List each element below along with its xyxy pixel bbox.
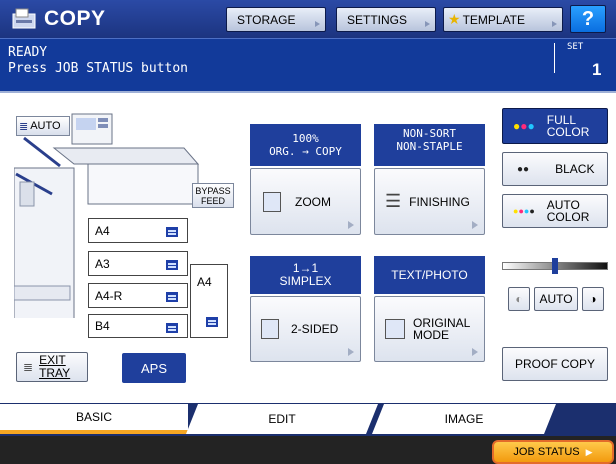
template-button-label: TEMPLATE [462,12,526,27]
tray-1[interactable]: A4 [88,218,188,243]
full-color-button[interactable]: ●●● FULL COLOR [502,108,608,144]
auto-color-label-2: COLOR [546,210,590,224]
tray-1-size: A4 [95,223,110,238]
original-mode-icon [385,319,405,339]
finishing-icon: ☰ [385,191,402,211]
black-button[interactable]: ●● BLACK [502,152,608,186]
staple-mode: NON-STAPLE [396,140,463,153]
tray-4-size: B4 [95,319,110,333]
bypass-feed-button[interactable]: BYPASS FEED [192,183,234,208]
exit-tray-button[interactable]: ≣ EXIT TRAY [16,352,88,382]
lighter-icon: ◐ [515,292,523,306]
zoom-setting: 100% ORG. → COPY [250,124,361,166]
tray-label: TRAY [39,366,71,380]
black-icon: ●● [517,163,530,175]
status-line-1: READY [8,45,48,60]
zoom-label: ZOOM [295,194,331,209]
tray-4[interactable]: B4 [88,314,188,338]
template-button[interactable]: ★ TEMPLATE [443,7,563,32]
tray-3-size: A4-R [95,288,123,303]
app-title: COPY [44,7,106,30]
proof-copy-button[interactable]: PROOF COPY [502,347,608,381]
two-sided-label: 2-SIDED [291,322,339,336]
sort-mode: NON-SORT [403,127,456,140]
two-sided-button[interactable]: 2-SIDED [250,296,361,362]
finishing-button[interactable]: ☰ FINISHING [374,168,485,235]
settings-button[interactable]: SETTINGS [336,7,436,32]
tab-edit[interactable]: EDIT [186,404,378,434]
tray-2-size: A3 [95,256,110,271]
paper-icon [166,260,178,270]
tray-2[interactable]: A3 [88,251,188,276]
black-label: BLACK [555,162,595,176]
chevron-right-icon [315,21,320,27]
job-status-label: JOB STATUS [513,446,580,458]
finishing-setting: NON-SORT NON-STAPLE [374,124,485,166]
auto-color-icon: ●●●● [513,206,535,216]
finishing-label: FINISHING [409,194,470,209]
duplex-mode: SIMPLEX [279,274,332,288]
darker-icon: ◑ [589,292,597,306]
paper-icon [166,227,178,237]
original-mode-setting: TEXT/PHOTO [374,256,485,294]
full-color-icon: ●●● [513,119,535,133]
star-icon: ★ [448,11,461,27]
help-button[interactable]: ? [570,5,606,33]
paper-icon [166,323,178,333]
chevron-right-icon [472,348,478,356]
zoom-ratio: 100% [292,132,319,145]
mode-label: MODE [413,328,449,342]
original-mode-button[interactable]: ORIGINAL MODE [374,296,485,362]
darker-button[interactable]: ◑ [582,287,604,311]
settings-button-label: SETTINGS [347,12,408,27]
density-marker[interactable] [552,258,558,274]
chevron-right-icon: ▶ [585,446,593,457]
job-status-button[interactable]: JOB STATUS ▶ [492,440,614,464]
zoom-mode: ORG. → COPY [269,145,342,158]
tab-basic[interactable]: BASIC [0,404,188,434]
bypass-label: BYPASS [195,186,231,196]
lcf-size: A4 [197,275,212,289]
chevron-right-icon [425,21,430,27]
lcf-tray[interactable]: A4 [190,264,228,338]
set-label: SET [567,42,584,52]
chevron-right-icon [348,221,354,229]
status-line-2: Press JOB STATUS button [8,61,189,76]
tab-image[interactable]: IMAGE [372,404,556,434]
storage-button[interactable]: STORAGE [226,7,326,32]
zoom-button[interactable]: ZOOM [250,168,361,235]
copy-icon [12,8,36,29]
chevron-right-icon [472,221,478,229]
chevron-right-icon [348,348,354,356]
duplex-setting: 1→1 SIMPLEX [250,256,361,294]
divider [554,43,555,73]
two-sided-icon [261,319,279,339]
zoom-icon [263,191,281,212]
density-auto-button[interactable]: AUTO [534,287,578,311]
auto-color-button[interactable]: ●●●● AUTO COLOR [502,194,608,228]
exit-tray-icon: ≣ [23,360,34,374]
tray-3[interactable]: A4-R [88,283,188,308]
lighter-button[interactable]: ◐ [508,287,530,311]
original-mode-value: TEXT/PHOTO [391,267,468,282]
paper-icon [206,317,218,327]
storage-button-label: STORAGE [237,12,296,27]
feed-label: FEED [200,196,225,206]
set-count: 1 [592,60,602,79]
color-label: COLOR [546,125,590,139]
paper-icon [166,292,178,302]
aps-button[interactable]: APS [122,353,186,383]
chevron-right-icon [552,21,557,27]
